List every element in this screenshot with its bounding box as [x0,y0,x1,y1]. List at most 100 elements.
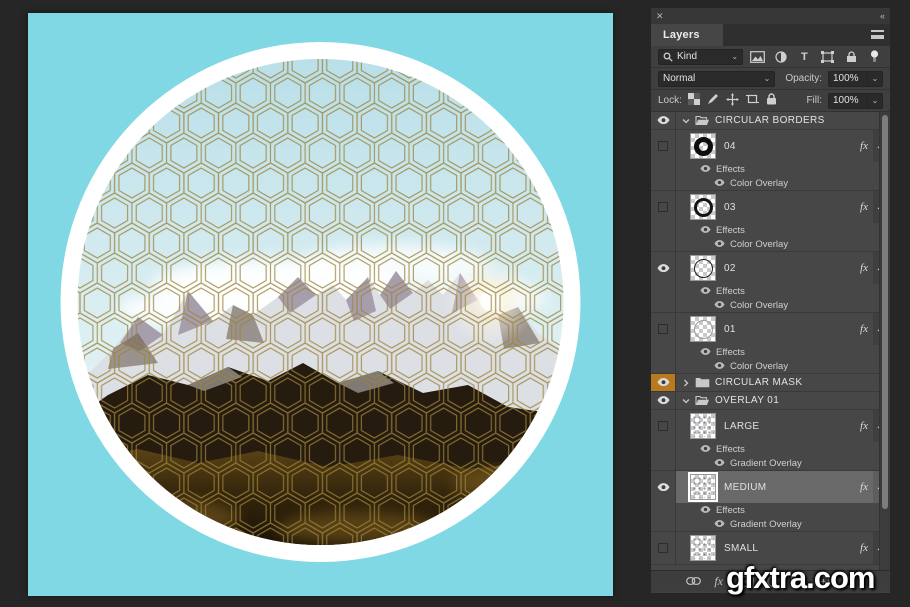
visibility-cell[interactable] [651,532,676,564]
adjustment-layer-filter-icon[interactable] [772,49,789,65]
close-icon[interactable]: ✕ [656,11,664,22]
effect-item-row[interactable]: Color Overlay [676,359,890,373]
add-layer-style-icon[interactable]: fx [714,574,723,589]
visibility-cell[interactable] [651,130,676,190]
eye-visible-icon[interactable] [656,483,670,491]
eye-visible-icon[interactable] [714,362,725,370]
layer-row-03[interactable]: 03 fx [676,191,890,223]
eye-visible-icon[interactable] [700,445,711,453]
opacity-dropdown-button[interactable]: ⌄ [868,70,883,87]
eye-visible-icon[interactable] [700,348,711,356]
effect-item-row[interactable]: Color Overlay [676,237,890,251]
visibility-cell[interactable] [651,112,676,129]
link-layers-icon[interactable] [686,577,702,585]
layer-name[interactable]: 04 [724,141,736,152]
visibility-cell[interactable] [651,252,676,312]
layer-name[interactable]: MEDIUM [724,482,766,493]
group-name[interactable]: CIRCULAR MASK [715,377,802,388]
fill-input[interactable]: 100% [828,92,868,109]
type-layer-filter-icon[interactable]: T [796,49,813,65]
layer-name[interactable]: LARGE [724,421,759,432]
collapse-panel-icon[interactable]: « [880,11,885,21]
eye-hidden-toggle[interactable] [658,202,668,212]
eye-visible-icon[interactable] [656,396,670,405]
eye-hidden-toggle[interactable] [658,421,668,431]
lock-all-icon[interactable] [766,93,777,108]
layer-row-04[interactable]: 04 fx [676,130,890,162]
panel-menu-icon[interactable] [871,30,884,39]
lock-transparency-icon[interactable] [687,93,700,108]
eye-visible-icon[interactable] [656,116,670,125]
layer-thumbnail[interactable] [690,255,716,281]
tab-layers[interactable]: Layers [651,24,723,46]
group-row-circular-mask[interactable]: CIRCULAR MASK [651,374,890,392]
smart-object-filter-icon[interactable] [842,49,859,65]
layer-row-large[interactable]: LARGE fx [676,410,890,442]
eye-visible-icon[interactable] [714,459,725,467]
visibility-cell[interactable] [651,410,676,470]
eye-visible-icon[interactable] [656,264,670,272]
eye-hidden-toggle[interactable] [658,141,668,151]
layer-thumbnail[interactable] [688,472,718,502]
visibility-cell[interactable] [651,392,676,409]
effects-row[interactable]: Effects [676,345,890,359]
group-name[interactable]: CIRCULAR BORDERS [715,115,825,126]
layer-name[interactable]: 02 [724,263,736,274]
layer-name[interactable]: 01 [724,324,736,335]
layer-thumbnail[interactable] [690,316,716,342]
eye-hidden-toggle[interactable] [658,324,668,334]
lock-pixels-icon[interactable] [707,93,719,108]
visibility-cell[interactable] [651,313,676,373]
effects-row[interactable]: Effects [676,223,890,237]
chevron-right-icon[interactable] [682,379,690,387]
chevron-down-icon[interactable] [682,117,690,125]
eye-visible-icon[interactable] [714,520,725,528]
layer-row-medium[interactable]: MEDIUM fx [676,471,890,503]
eye-visible-icon[interactable] [700,165,711,173]
filter-toggle-pin-icon[interactable] [866,49,883,65]
document-canvas[interactable] [28,13,613,596]
effect-item-row[interactable]: Gradient Overlay [676,456,890,470]
eye-visible-icon[interactable] [714,240,725,248]
lock-position-icon[interactable] [725,92,739,109]
group-row-overlay-01[interactable]: OVERLAY 01 [651,392,890,410]
opacity-input[interactable]: 100% [828,70,868,87]
chevron-down-icon[interactable] [682,397,690,405]
filter-kind-dropdown[interactable]: Kind ⌄ [658,48,744,65]
layer-thumbnail[interactable] [690,194,716,220]
eye-visible-icon[interactable] [714,301,725,309]
effects-row[interactable]: Effects [676,162,890,176]
layer-list-scrollbar[interactable] [879,112,890,570]
effect-item-row[interactable]: Gradient Overlay [676,517,890,531]
layer-name[interactable]: 03 [724,202,736,213]
layer-thumbnail[interactable] [690,413,716,439]
visibility-cell[interactable] [651,191,676,251]
effects-row[interactable]: Effects [676,442,890,456]
circle-ring-thumbnail-shape [693,136,713,156]
visibility-cell[interactable] [651,471,676,531]
fill-dropdown-button[interactable]: ⌄ [868,92,883,109]
group-name[interactable]: OVERLAY 01 [715,395,779,406]
layer-name[interactable]: SMALL [724,543,758,554]
blend-mode-dropdown[interactable]: Normal ⌄ [658,70,776,87]
eye-visible-icon[interactable] [700,226,711,234]
eye-visible-icon[interactable] [656,378,670,387]
layer-thumbnail[interactable] [690,133,716,159]
layer-row-01[interactable]: 01 fx [676,313,890,345]
eye-hidden-toggle[interactable] [658,543,668,553]
effects-row[interactable]: Effects [676,284,890,298]
lock-artboard-icon[interactable] [745,93,759,108]
eye-visible-icon[interactable] [700,506,711,514]
scrollbar-thumb[interactable] [882,115,888,509]
effect-item-row[interactable]: Color Overlay [676,176,890,190]
pixel-layer-filter-icon[interactable] [749,49,766,65]
eye-visible-icon[interactable] [714,179,725,187]
visibility-cell[interactable] [651,374,676,391]
layer-thumbnail[interactable] [690,535,716,561]
eye-visible-icon[interactable] [700,287,711,295]
shape-layer-filter-icon[interactable] [819,49,836,65]
effects-row[interactable]: Effects [676,503,890,517]
effect-item-row[interactable]: Color Overlay [676,298,890,312]
layer-row-02[interactable]: 02 fx [676,252,890,284]
group-row-circular-borders[interactable]: CIRCULAR BORDERS [651,112,890,130]
